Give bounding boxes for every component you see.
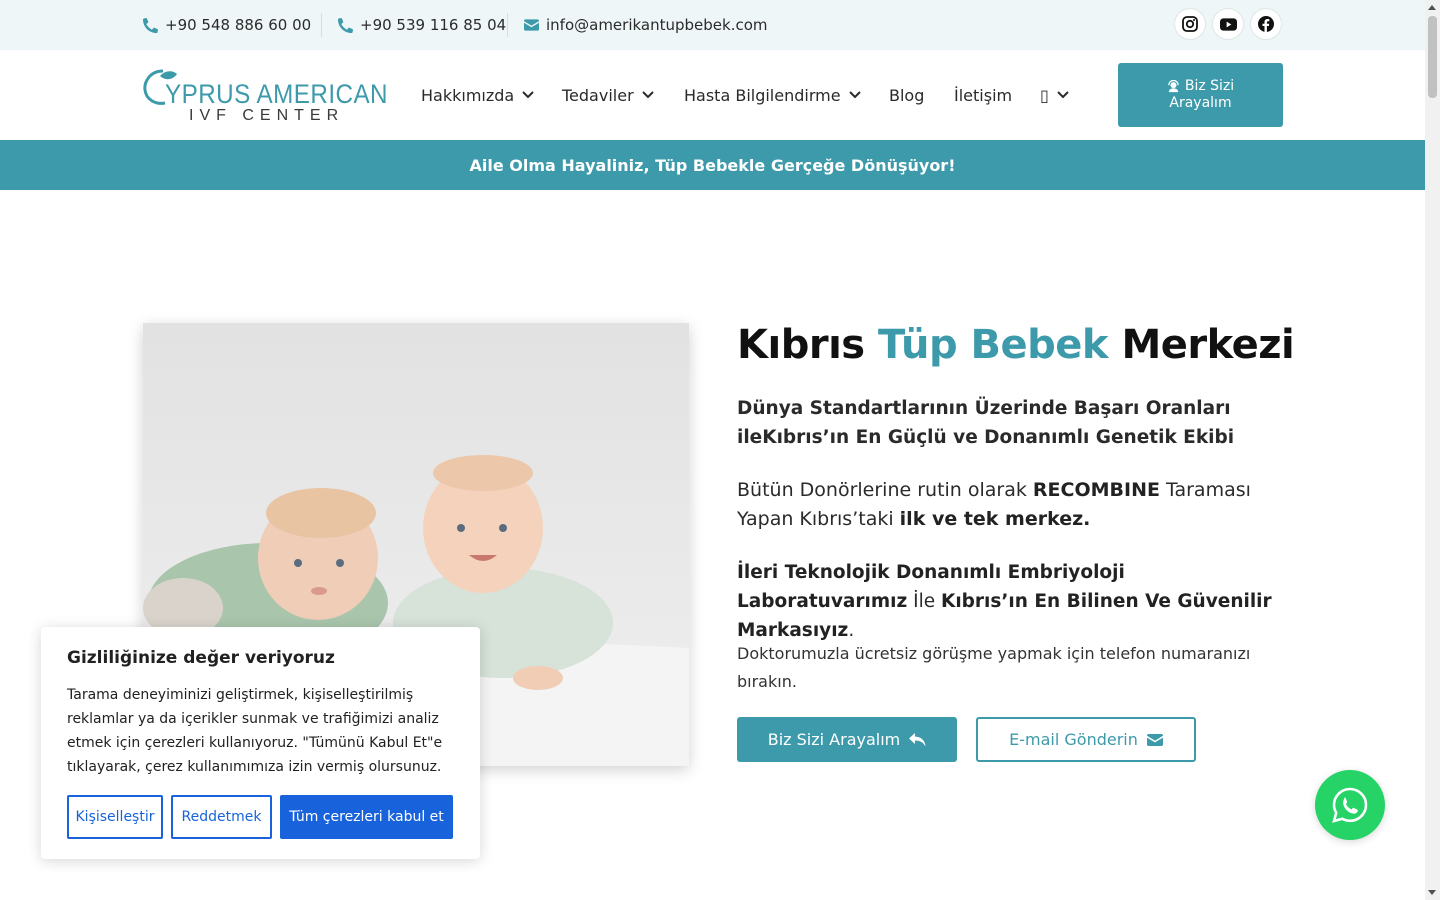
facebook-icon (1258, 16, 1274, 32)
phone-number-2: +90 539 116 85 04 (360, 16, 507, 34)
announcement-text: Aile Olma Hayaliniz, Tüp Bebekle Gerçeğe… (469, 155, 956, 175)
cookie-reject-button[interactable]: Reddetmek (171, 795, 272, 839)
email-address: info@amerikantupbebek.com (546, 16, 768, 34)
text: . (848, 620, 855, 641)
nav-iletisim[interactable]: İletişim (954, 84, 1012, 106)
logo-text-main: YPRUS AMERICAN (165, 79, 388, 109)
nav-label: Tedaviler (562, 85, 634, 105)
nav-label: Hakkımızda (421, 85, 515, 105)
chevron-down-icon (522, 91, 534, 99)
instagram-icon (1182, 16, 1198, 32)
language-selector[interactable]: ▯ (1040, 84, 1069, 106)
text: Bütün Donörlerine rutin olarak (737, 479, 1033, 501)
youtube-icon (1219, 17, 1237, 31)
hero-title: Kıbrıs Tüp Bebek Merkezi (737, 322, 1295, 368)
hero-title-part: Merkezi (1108, 322, 1295, 368)
cookie-customize-button[interactable]: Kişiselleştir (67, 795, 163, 839)
nav-blog[interactable]: Blog (889, 84, 924, 106)
button-label: Kişiselleştir (75, 809, 155, 825)
hero-cta-text: Doktorumuzla ücretsiz görüşme yapmak içi… (737, 640, 1257, 696)
envelope-icon (524, 19, 539, 31)
top-contact-bar: +90 548 886 60 00 +90 539 116 85 04 info… (0, 0, 1425, 50)
nav-label: İletişim (954, 85, 1013, 105)
email-link[interactable]: info@amerikantupbebek.com (524, 0, 768, 50)
button-label: Tüm çerezleri kabul et (289, 809, 444, 825)
chevron-down-icon (1057, 91, 1069, 99)
site-logo[interactable]: YPRUS AMERICAN IVF CENTER (143, 68, 391, 124)
call-button-line1: Biz Sizi (1184, 78, 1235, 94)
button-label: Biz Sizi Arayalım (767, 730, 901, 749)
chevron-down-icon (641, 91, 654, 99)
call-me-button[interactable]: Biz Sizi Arayalım (1118, 63, 1283, 127)
announcement-bar: Aile Olma Hayaliniz, Tüp Bebekle Gerçeğe… (0, 140, 1425, 190)
phone-link-2[interactable]: +90 539 116 85 04 (338, 0, 506, 50)
text-bold: ilk ve tek merkez. (899, 508, 1091, 530)
logo-text-sub: IVF CENTER (189, 107, 344, 124)
youtube-link[interactable] (1212, 8, 1244, 40)
call-me-cta-button[interactable]: Biz Sizi Arayalım (737, 717, 957, 762)
scroll-up-arrow-icon[interactable] (1428, 5, 1436, 10)
hero-paragraph-2: Bütün Donörlerine rutin olarak RECOMBINE… (737, 476, 1277, 534)
envelope-icon (1146, 733, 1163, 746)
facebook-link[interactable] (1250, 8, 1282, 40)
nav-label: Hasta Bilgilendirme (684, 85, 841, 105)
language-flag-icon: ▯ (1040, 85, 1049, 105)
chevron-down-icon (848, 91, 861, 99)
button-label: E-mail Gönderin (1009, 730, 1138, 749)
page-scrollbar[interactable] (1425, 0, 1440, 900)
cookie-description: Tarama deneyiminizi geliştirmek, kişisel… (67, 687, 443, 775)
divider (507, 13, 508, 37)
nav-label: Blog (889, 85, 925, 105)
hero-title-part: Kıbrıs (737, 322, 879, 368)
phone-icon (338, 17, 353, 33)
cookie-consent-banner: Gizliliğinize değer veriyoruz Tarama den… (41, 627, 480, 859)
cookie-accept-all-button[interactable]: Tüm çerezleri kabul et (280, 795, 453, 839)
text: İle (907, 591, 941, 612)
text-bold: RECOMBINE (1032, 479, 1160, 501)
hero-cta-text-content: Doktorumuzla ücretsiz görüşme yapmak içi… (737, 644, 1251, 691)
headset-icon (1168, 80, 1179, 93)
phone-icon (143, 17, 158, 33)
whatsapp-icon (1332, 787, 1368, 823)
button-label: Reddetmek (181, 809, 262, 825)
instagram-link[interactable] (1174, 8, 1206, 40)
nav-hasta-bilgilendirme[interactable]: Hasta Bilgilendirme (684, 84, 861, 106)
nav-hakkimizda[interactable]: Hakkımızda (421, 84, 534, 106)
hero-paragraph-1-text: Dünya Standartlarının Üzerinde Başarı Or… (737, 398, 1235, 448)
scrollbar-thumb[interactable] (1428, 16, 1437, 98)
logo-graphic: YPRUS AMERICAN IVF CENTER (143, 69, 388, 124)
whatsapp-button[interactable] (1315, 770, 1385, 840)
phone-link-1[interactable]: +90 548 886 60 00 (143, 0, 311, 50)
send-email-button[interactable]: E-mail Gönderin (976, 717, 1196, 762)
divider (321, 13, 322, 37)
hero-paragraph-3: İleri Teknolojik Donanımlı Embriyoloji L… (737, 558, 1277, 645)
reply-icon (909, 732, 926, 746)
scroll-down-arrow-icon[interactable] (1428, 890, 1436, 895)
phone-number-1: +90 548 886 60 00 (165, 16, 312, 34)
call-button-line2: Arayalım (1169, 95, 1232, 111)
hero-title-accent: Tüp Bebek (878, 322, 1109, 368)
nav-tedaviler[interactable]: Tedaviler (562, 84, 654, 106)
cookie-title: Gizliliğinize değer veriyoruz (67, 648, 335, 668)
hero-paragraph-1: Dünya Standartlarının Üzerinde Başarı Or… (737, 394, 1277, 452)
